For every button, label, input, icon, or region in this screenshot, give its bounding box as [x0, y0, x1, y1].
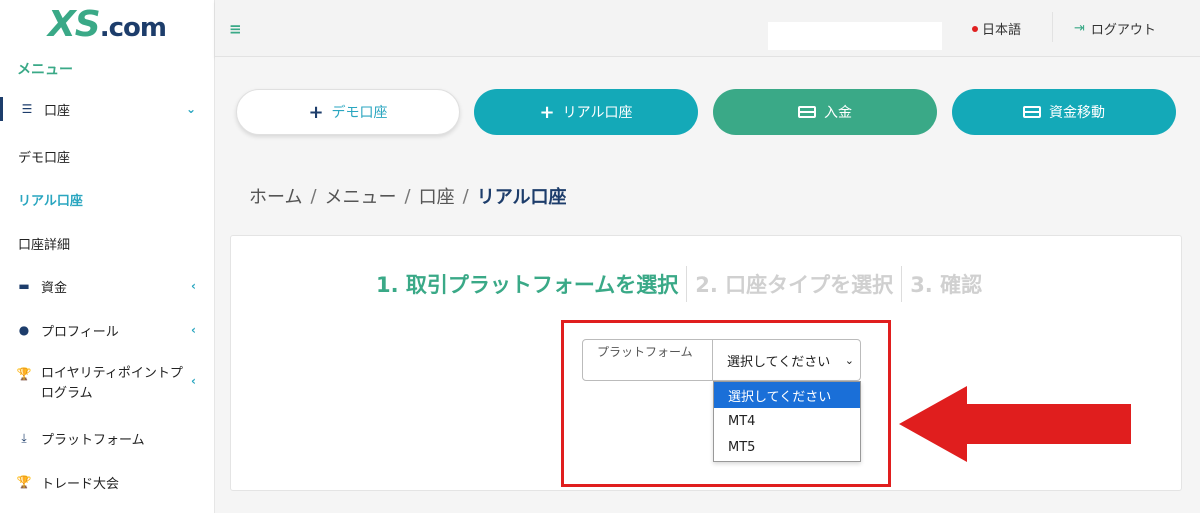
list-icon: ☰: [21, 102, 33, 116]
hamburger-icon[interactable]: ≡: [229, 20, 242, 38]
sidebar-item-label: プロフィール: [41, 324, 119, 340]
sidebar-subitem-demo-account[interactable]: デモ口座: [18, 147, 70, 166]
sidebar-item-funds[interactable]: ▬ 資金 ‹: [0, 274, 214, 298]
deposit-button[interactable]: 入金: [713, 89, 937, 135]
step-2: 2. 口座タイプを選択: [695, 273, 894, 297]
highlight-frame: [561, 320, 891, 487]
sidebar-item-label: 資金: [41, 280, 68, 296]
credit-card-icon: [798, 106, 816, 118]
step-indicator: 1. 取引プラットフォームを選択 2. 口座タイプを選択 3. 確認: [368, 266, 990, 302]
blank-area: [768, 22, 942, 50]
chevron-left-icon: ‹: [191, 323, 196, 337]
sidebar-item-trade-contest[interactable]: 🏆 トレード大会: [0, 470, 214, 494]
trophy-icon: 🏆: [16, 367, 32, 381]
top-header: ≡ 日本語 ⇥ ログアウト: [215, 0, 1200, 57]
logout-icon: ⇥: [1074, 21, 1085, 36]
breadcrumb-menu[interactable]: メニュー: [325, 183, 397, 209]
sidebar-item-platform[interactable]: ⤓ プラットフォーム: [0, 426, 214, 450]
breadcrumb-current: リアル口座: [476, 187, 567, 208]
sidebar-item-label: ロイヤリティポイントプログラム: [41, 366, 183, 401]
step-1: 1. 取引プラットフォームを選択: [376, 273, 679, 297]
plus-icon: +: [308, 101, 324, 123]
breadcrumb-separator: /: [310, 185, 317, 207]
transfer-label: 資金移動: [1049, 105, 1105, 121]
logo-suffix: .com: [99, 13, 167, 43]
menu-title: メニュー: [17, 62, 73, 78]
deposit-label: 入金: [824, 105, 852, 121]
chevron-down-icon: ⌄: [185, 102, 196, 116]
logo-main: XS: [48, 4, 101, 45]
logout-button[interactable]: ⇥ ログアウト: [1074, 19, 1156, 38]
transfer-button[interactable]: 資金移動: [952, 89, 1176, 135]
highlight-arrow: [899, 386, 1131, 462]
user-icon: ●: [18, 323, 30, 337]
sidebar-item-accounts[interactable]: ☰ 口座 ⌄: [0, 97, 214, 121]
breadcrumb-separator: /: [404, 185, 411, 207]
sidebar-subitem-real-account[interactable]: リアル口座: [18, 190, 83, 209]
main-content: + デモ口座 + リアル口座 入金 資金移動 ホーム / メニュー / 口座 /…: [215, 57, 1200, 513]
breadcrumb: ホーム / メニュー / 口座 / リアル口座: [249, 183, 567, 209]
sidebar-item-label: プラットフォーム: [41, 432, 145, 448]
step-3: 3. 確認: [910, 273, 983, 297]
download-icon: ⤓: [21, 430, 27, 445]
sidebar: XS.com メニュー ☰ 口座 ⌄ デモ口座 リアル口座 口座詳細 ▬ 資金 …: [0, 0, 215, 513]
account-open-panel: 1. 取引プラットフォームを選択 2. 口座タイプを選択 3. 確認 プラットフ…: [230, 235, 1182, 491]
xs-logo[interactable]: XS.com: [48, 4, 167, 45]
sidebar-subitem-account-details[interactable]: 口座詳細: [18, 234, 70, 253]
breadcrumb-separator: /: [462, 185, 469, 207]
demo-account-label: デモ口座: [331, 105, 388, 121]
header-divider: [1052, 12, 1053, 42]
breadcrumb-account[interactable]: 口座: [419, 183, 455, 209]
sidebar-item-loyalty[interactable]: 🏆 ロイヤリティポイントプログラム ‹: [0, 364, 214, 404]
sidebar-item-label: トレード大会: [41, 476, 120, 492]
real-account-label: リアル口座: [562, 105, 633, 121]
japan-flag-icon: [972, 25, 978, 32]
real-account-button[interactable]: + リアル口座: [474, 89, 698, 135]
language-selector[interactable]: 日本語: [972, 19, 1021, 38]
breadcrumb-home[interactable]: ホーム: [249, 183, 302, 209]
chevron-left-icon: ‹: [191, 279, 196, 293]
language-label: 日本語: [982, 23, 1022, 38]
demo-account-button[interactable]: + デモ口座: [236, 89, 460, 135]
plus-icon: +: [539, 101, 555, 123]
sidebar-item-profile[interactable]: ● プロフィール ‹: [0, 318, 214, 342]
logout-label: ログアウト: [1090, 23, 1156, 38]
trophy-icon: 🏆: [16, 475, 32, 489]
credit-card-icon: [1023, 106, 1041, 118]
sidebar-item-label: 口座: [44, 103, 71, 119]
chevron-left-icon: ‹: [191, 374, 196, 388]
wallet-icon: ▬: [18, 279, 30, 293]
